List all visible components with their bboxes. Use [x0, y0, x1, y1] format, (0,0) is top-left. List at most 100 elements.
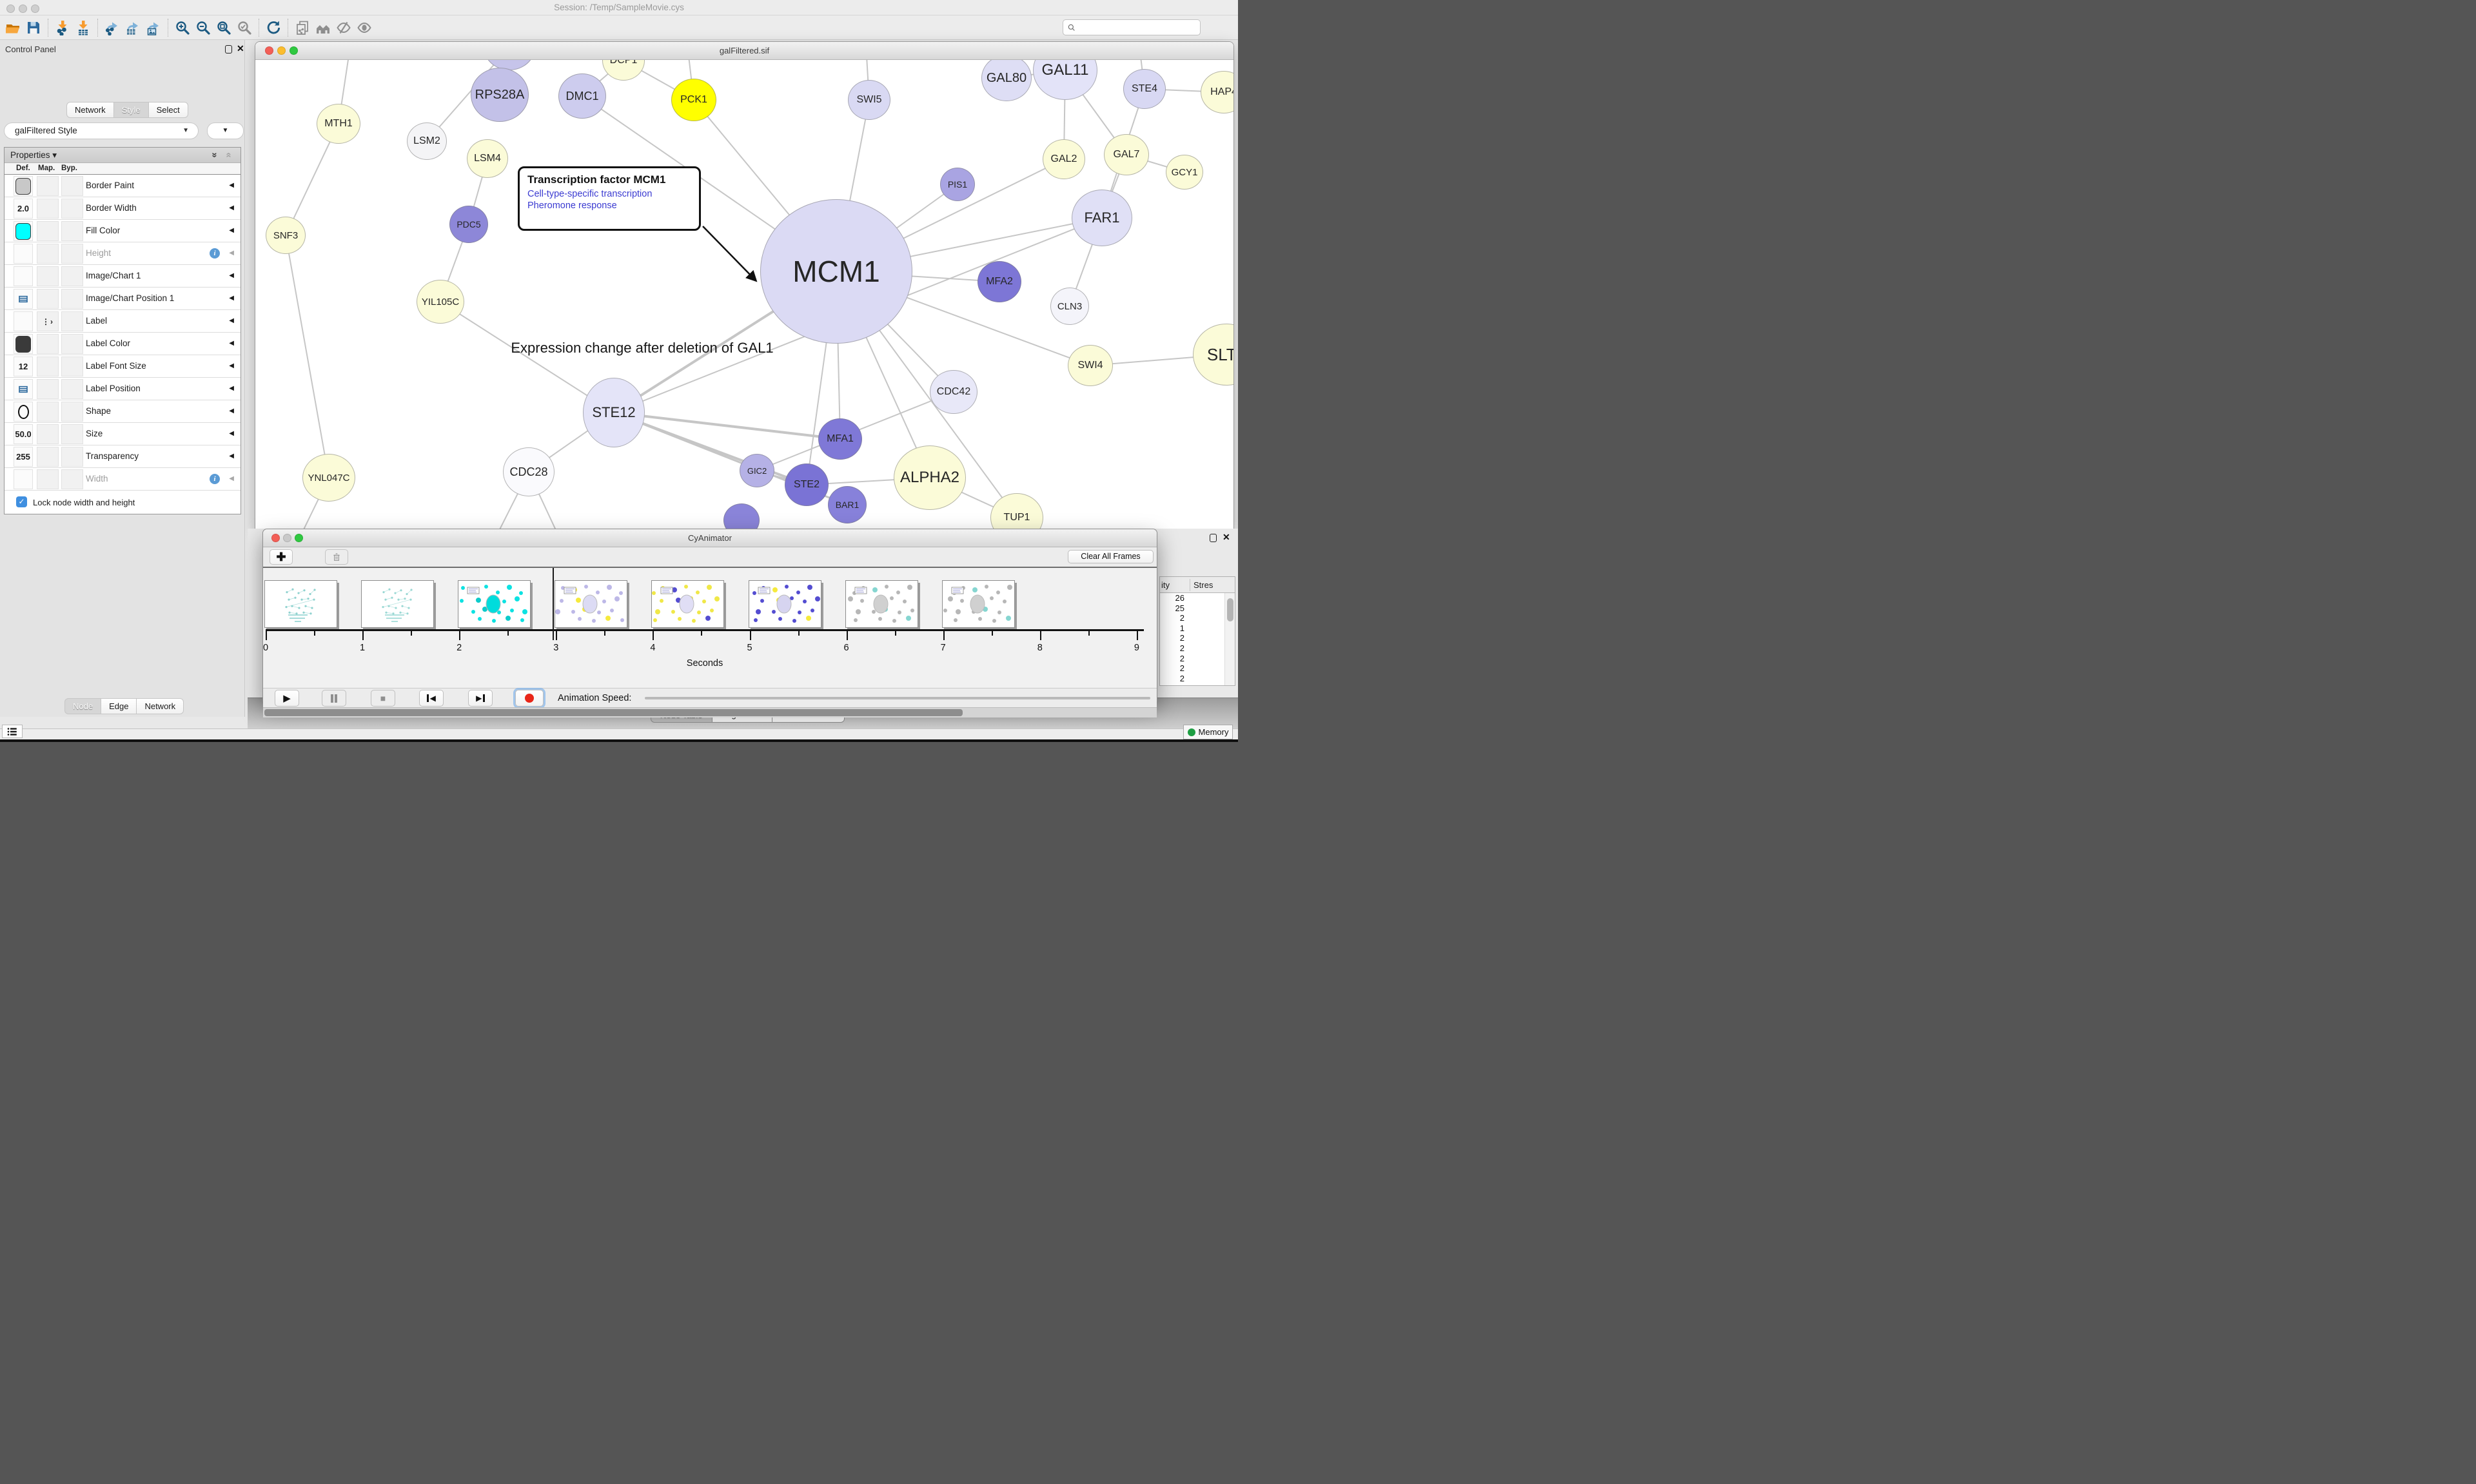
animation-timeline[interactable]: 0123456789 Seconds	[263, 568, 1157, 688]
expand-property-icon[interactable]: ◀	[229, 317, 234, 324]
step-forward-button[interactable]: ▶	[468, 690, 493, 707]
node-PCK1[interactable]: PCK1	[671, 79, 716, 121]
clear-all-frames-button[interactable]: Clear All Frames	[1068, 550, 1154, 563]
add-frame-button[interactable]: ✚	[270, 549, 293, 565]
import-network-button[interactable]	[52, 17, 73, 38]
node-GAL2[interactable]: GAL2	[1043, 139, 1085, 179]
default-value-cell[interactable]	[14, 402, 33, 422]
node-CDC42[interactable]: CDC42	[930, 370, 978, 414]
bypass-cell[interactable]	[61, 447, 83, 467]
expand-property-icon[interactable]: ◀	[229, 362, 234, 369]
node-SWI4[interactable]: SWI4	[1068, 345, 1113, 386]
node-LSM2[interactable]: LSM2	[407, 122, 447, 160]
bypass-cell[interactable]	[61, 402, 83, 422]
save-session-button[interactable]	[23, 17, 44, 38]
node-YIL105C[interactable]: YIL105C	[417, 280, 464, 324]
bypass-cell[interactable]	[61, 199, 83, 219]
tab-node[interactable]: Node	[64, 698, 101, 714]
property-row-label-color[interactable]: Label Color◀	[5, 333, 241, 355]
table-cell[interactable]: 2	[1160, 633, 1224, 643]
export-table-button[interactable]	[123, 17, 143, 38]
bypass-cell[interactable]	[61, 266, 83, 286]
table-cell[interactable]: 2	[1160, 663, 1224, 674]
default-value-cell[interactable]	[14, 469, 33, 489]
lock-size-checkbox[interactable]: ✓	[16, 496, 27, 507]
expand-property-icon[interactable]: ◀	[229, 340, 234, 347]
expand-property-icon[interactable]: ◀	[229, 204, 234, 211]
expand-all-icon[interactable]: »	[210, 152, 221, 157]
style-options-button[interactable]: ▼	[207, 122, 244, 139]
expand-property-icon[interactable]: ◀	[229, 430, 234, 437]
mapping-cell[interactable]	[37, 176, 59, 196]
table-cell[interactable]: 26	[1160, 593, 1224, 603]
node-YNL047C[interactable]: YNL047C	[302, 454, 355, 502]
mapping-cell[interactable]	[37, 266, 59, 286]
table-scrollbar[interactable]	[1224, 593, 1235, 685]
bypass-cell[interactable]	[61, 221, 83, 241]
table-cell[interactable]: 2	[1160, 643, 1224, 654]
annotation-link[interactable]: Cell-type-specific transcription	[527, 189, 691, 199]
info-icon[interactable]: i	[210, 248, 220, 259]
step-back-button[interactable]: ◀	[419, 690, 444, 707]
mapping-cell[interactable]	[37, 334, 59, 354]
expand-property-icon[interactable]: ◀	[229, 295, 234, 302]
node-LSM4[interactable]: LSM4	[467, 139, 508, 178]
property-row-image-chart-1[interactable]: Image/Chart 1◀	[5, 265, 241, 288]
close-table-panel-icon[interactable]: ✕	[1223, 533, 1230, 542]
hide-selected-button[interactable]	[333, 17, 354, 38]
bypass-cell[interactable]	[61, 469, 83, 489]
frame-thumbnail-4[interactable]	[651, 580, 724, 628]
expand-property-icon[interactable]: ◀	[229, 272, 234, 279]
network-window-titlebar[interactable]: galFiltered.sif	[255, 42, 1233, 60]
node-CLN3[interactable]: CLN3	[1050, 288, 1089, 325]
default-value-cell[interactable]: 2.0	[14, 199, 33, 219]
property-row-shape[interactable]: Shape◀	[5, 400, 241, 423]
bypass-cell[interactable]	[61, 379, 83, 399]
frame-thumbnail-7[interactable]	[942, 580, 1015, 628]
expand-property-icon[interactable]: ◀	[229, 453, 234, 460]
default-value-cell[interactable]	[14, 311, 33, 331]
node-BAR1[interactable]: BAR1	[828, 486, 867, 523]
search-field[interactable]	[1063, 19, 1201, 35]
copy-view-button[interactable]	[292, 17, 313, 38]
zoom-in-button[interactable]	[172, 17, 193, 38]
default-value-cell[interactable]: 50.0	[14, 424, 33, 444]
tab-style[interactable]: Style	[113, 102, 149, 118]
frame-thumbnail-5[interactable]	[749, 580, 821, 628]
default-value-cell[interactable]	[14, 334, 33, 354]
timeline-scrollbar[interactable]	[263, 707, 1157, 718]
tab-network[interactable]: Network	[136, 698, 184, 714]
zoom-selected-button[interactable]	[234, 17, 255, 38]
node-ALPHA2[interactable]: ALPHA2	[894, 445, 966, 510]
mapping-cell[interactable]	[37, 469, 59, 489]
collapse-all-icon[interactable]: «	[224, 152, 235, 157]
annotation-box[interactable]: Transcription factor MCM1 Cell-type-spec…	[518, 166, 701, 231]
node-PDC5[interactable]: PDC5	[449, 206, 488, 243]
node-RPS28A[interactable]: RPS28A	[471, 68, 529, 122]
property-row-height[interactable]: Heighti◀	[5, 242, 241, 265]
node-SWI5[interactable]: SWI5	[848, 80, 890, 120]
timeline-playhead[interactable]	[553, 568, 554, 640]
frame-thumbnail-3[interactable]	[555, 580, 627, 628]
show-all-button[interactable]	[354, 17, 375, 38]
pause-button[interactable]	[322, 690, 346, 707]
mapping-cell[interactable]	[37, 379, 59, 399]
refresh-button[interactable]	[263, 17, 284, 38]
table-cell[interactable]: 25	[1160, 603, 1224, 614]
table-cell[interactable]: 1	[1160, 623, 1224, 634]
annotation-link[interactable]: Pheromone response	[527, 200, 691, 211]
expand-property-icon[interactable]: ◀	[229, 249, 234, 257]
expand-property-icon[interactable]: ◀	[229, 227, 234, 234]
node-CDC28[interactable]: CDC28	[503, 447, 555, 496]
default-value-cell[interactable]: 255	[14, 447, 33, 467]
mapping-cell[interactable]	[37, 289, 59, 309]
node-GIC2[interactable]: GIC2	[740, 454, 774, 487]
default-value-cell[interactable]	[14, 266, 33, 286]
property-row-label-position[interactable]: Label Position◀	[5, 378, 241, 400]
tab-network[interactable]: Network	[66, 102, 114, 118]
node-SNF3[interactable]: SNF3	[266, 217, 306, 254]
property-row-label[interactable]: ⋮›Label◀	[5, 310, 241, 333]
default-value-cell[interactable]	[14, 379, 33, 399]
default-value-cell[interactable]	[14, 221, 33, 241]
frame-thumbnail-2[interactable]	[458, 580, 531, 628]
